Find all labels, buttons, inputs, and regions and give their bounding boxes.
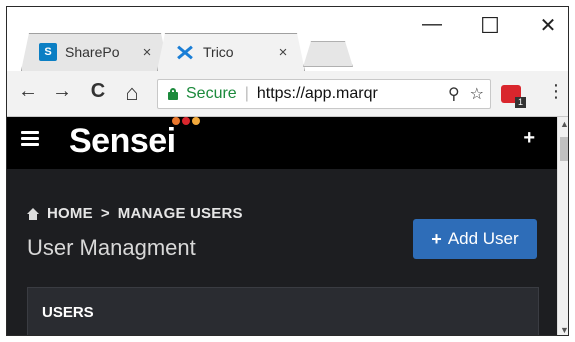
scroll-down-icon[interactable]: ▼ — [560, 325, 568, 335]
close-icon[interactable]: × — [139, 44, 155, 61]
scroll-up-icon[interactable]: ▲ — [560, 119, 568, 129]
tab-sharepoint[interactable]: S SharePo × — [21, 33, 169, 71]
app-header: Sensei + — [7, 117, 557, 169]
extension-icon[interactable]: 1 — [501, 85, 526, 108]
breadcrumb: HOME > MANAGE USERS — [27, 205, 243, 222]
sharepoint-icon: S — [39, 43, 57, 61]
key-icon[interactable]: ⚲ — [448, 84, 460, 104]
title-bar: S SharePo × Trico × — ☐ ✕ — [7, 7, 568, 71]
hamburger-menu-icon[interactable] — [21, 131, 39, 149]
logo-dot — [182, 117, 190, 125]
address-bar[interactable]: Secure | https://app.marqr ⚲ ☆ — [157, 79, 491, 109]
logo-dot — [172, 117, 180, 125]
tab-title: Trico — [203, 44, 234, 60]
close-icon[interactable]: × — [275, 44, 291, 61]
scroll-thumb[interactable] — [560, 137, 568, 161]
maximize-button[interactable]: ☐ — [475, 13, 505, 39]
logo-dot — [192, 117, 200, 125]
tab-trico[interactable]: Trico × — [157, 33, 305, 71]
forward-button[interactable]: → — [49, 80, 75, 103]
address-separator: | — [244, 85, 249, 102]
url-text[interactable]: https://app.marqr — [257, 85, 378, 103]
extension-badge: 1 — [515, 97, 526, 108]
logo-dots — [172, 117, 200, 125]
browser-toolbar: ← → C ⌂ Secure | https://app.marqr ⚲ ☆ 1… — [7, 71, 568, 117]
plus-icon: + — [431, 228, 442, 249]
browser-menu-icon[interactable]: ⋮ — [547, 81, 565, 102]
tab-title: SharePo — [65, 44, 120, 60]
page-content: Sensei + HOME > MANAGE USERS User Managm… — [7, 117, 557, 335]
users-panel: USERS — [27, 287, 539, 335]
breadcrumb-separator: > — [100, 205, 110, 222]
bookmark-star-icon[interactable]: ☆ — [470, 84, 484, 104]
breadcrumb-home[interactable]: HOME — [47, 205, 93, 222]
minimize-button[interactable]: — — [417, 13, 447, 36]
secure-label: Secure — [186, 85, 237, 102]
page-scrollbar[interactable]: ▲ ▼ — [557, 117, 568, 335]
sensei-logo[interactable]: Sensei — [69, 122, 176, 161]
home-icon — [27, 207, 39, 220]
lock-icon — [168, 88, 178, 100]
breadcrumb-current: MANAGE USERS — [117, 205, 243, 222]
home-button[interactable]: ⌂ — [119, 80, 145, 106]
browser-window: S SharePo × Trico × — ☐ ✕ ← → C ⌂ Secure… — [6, 6, 569, 336]
new-tab-button[interactable] — [303, 41, 353, 67]
users-panel-heading: USERS — [42, 304, 94, 321]
back-button[interactable]: ← — [15, 80, 41, 103]
add-user-label: Add User — [447, 229, 519, 248]
close-window-button[interactable]: ✕ — [533, 13, 563, 38]
page-title: User Managment — [27, 235, 196, 260]
reload-button[interactable]: C — [85, 80, 111, 103]
header-plus-icon[interactable]: + — [523, 127, 535, 150]
trico-icon — [175, 43, 195, 61]
add-user-button[interactable]: + Add User — [413, 219, 537, 259]
